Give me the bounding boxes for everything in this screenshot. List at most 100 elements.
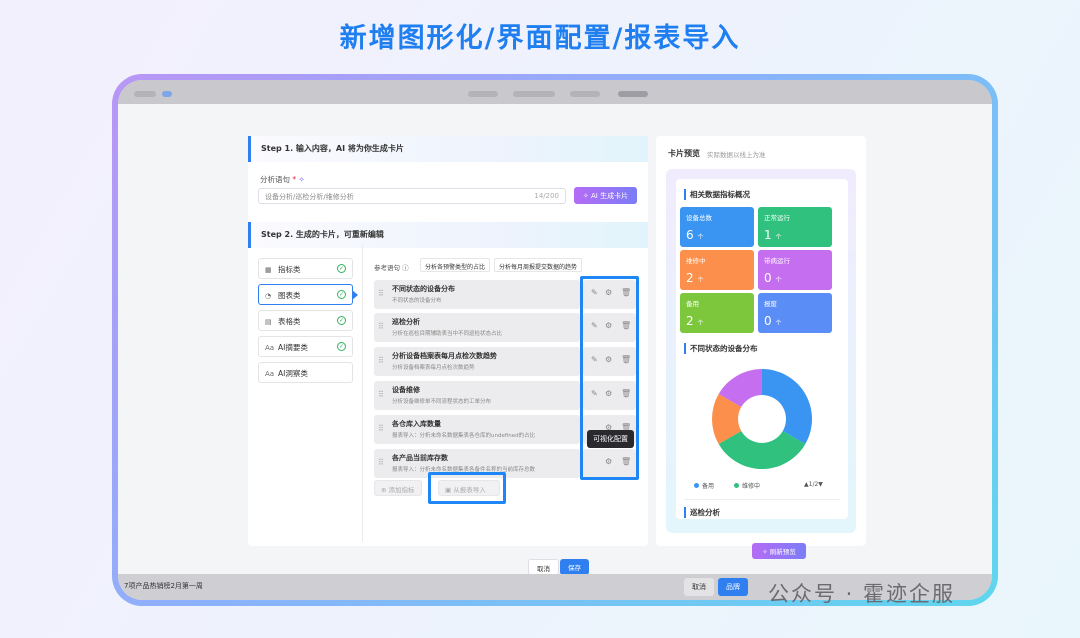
pie-slice-维修中[interactable] [718, 431, 806, 469]
next-section-title: 巡检分析 [684, 507, 720, 518]
legend-label: 维修中 [742, 483, 761, 490]
kpi-label: 维修中 [686, 257, 706, 265]
drag-handle-icon[interactable]: ⠿ [378, 289, 384, 298]
type-label: 指标类 [278, 265, 301, 274]
card-title: 不同状态的设备分布 [392, 285, 455, 293]
nav-tab[interactable] [468, 91, 498, 97]
type-label: 图表类 [278, 291, 301, 300]
kpi-value: 0 [764, 314, 772, 328]
kpi-label: 设备总数 [686, 214, 712, 222]
drag-handle-icon[interactable]: ⠿ [378, 390, 384, 399]
nav-tab-active[interactable] [618, 91, 648, 97]
preview-title: 卡片预览 [668, 149, 700, 158]
watermark: 公众号 · 霍迹企服 [768, 582, 956, 606]
card-title: 巡检分析 [392, 318, 420, 326]
save-button[interactable]: 保存 [560, 559, 589, 575]
card-item[interactable]: ⠿ 各仓库入库数量 报表导入：分析未命名数据集表各仓库的undefined的占比 [374, 415, 580, 444]
pager-text: 1/2 [808, 481, 819, 488]
kpi-value: 2 [686, 271, 694, 285]
add-metric-button[interactable]: ⊕ 添加指标 [374, 480, 422, 496]
kpi-unit: 个 [775, 320, 782, 327]
page-headline: 新增图形化/界面配置/报表导入 [339, 23, 741, 54]
kpi-tile: 备用 2 个 [680, 293, 754, 333]
kpi-value: 0 [764, 271, 772, 285]
preview-panel: 卡片预览 实际数据以线上为准 相关数据指标概况 设备总数 6 个 正常运行 1 … [656, 136, 866, 559]
help-icon[interactable]: ⓘ [402, 264, 409, 272]
card-item[interactable]: ⠿ 巡检分析 分析在巡检目期辅助表当中不同巡检状态占比 [374, 313, 580, 342]
check-icon: ✓ [337, 290, 346, 299]
kpi-unit: 个 [775, 277, 782, 284]
kpi-value: 2 [686, 314, 694, 328]
nav-tab[interactable] [570, 91, 600, 97]
legend-pager[interactable]: ▲1/2▼ [804, 481, 823, 488]
card-subtitle: 报表导入：分析未命名数据集表各仓库的undefined的占比 [392, 433, 536, 439]
divider [362, 244, 363, 542]
kpi-tile: 带病运行 0 个 [758, 250, 832, 290]
type-item-metric[interactable]: ▦ 指标类 ✓ [258, 258, 353, 279]
legend-item[interactable]: 备用 [694, 481, 714, 490]
step1-header: Step 1. 输入内容，AI 将为你生成卡片 [248, 136, 648, 162]
add-metric-label: 添加指标 [388, 486, 415, 494]
kpi-value: 6 [686, 228, 694, 242]
donut-chart [712, 369, 812, 469]
type-label: AI洞察类 [278, 369, 308, 378]
kpi-label: 备用 [686, 300, 699, 308]
legend-dot [694, 483, 699, 488]
kpi-tile: 正常运行 1 个 [758, 207, 832, 247]
ai-generate-label: AI 生成卡片 [591, 192, 629, 200]
app-icon [162, 91, 172, 97]
card-subtitle: 不同状态的设备分布 [392, 298, 442, 304]
cancel-button[interactable]: 取消 [528, 559, 559, 575]
divider [684, 499, 840, 500]
card-item[interactable]: ⠿ 分析设备档案表每月点检次数趋势 分析设备档案表每月点检次数趋势 [374, 347, 580, 376]
drag-handle-icon[interactable]: ⠿ [378, 424, 384, 433]
type-item-ai-insight[interactable]: Aa AI洞察类 [258, 362, 353, 383]
char-count: 14/200 [534, 192, 559, 200]
edit-panel: Step 1. 输入内容，AI 将为你生成卡片 分析语句 * ✧ 设备分析/巡检… [248, 136, 648, 546]
kpi-tile: 维修中 2 个 [680, 250, 754, 290]
pie-slice-备用[interactable] [762, 369, 812, 444]
bg-cancel-button[interactable]: 取消 [684, 578, 714, 596]
reference-label-text: 参考语句 [374, 264, 400, 272]
kpi-label: 报废 [764, 300, 777, 308]
kpi-unit: 个 [697, 320, 704, 327]
step2-header: Step 2. 生成的卡片，可重新编辑 [248, 222, 648, 248]
reference-chip[interactable]: 分析各预警类型的占比 [420, 258, 491, 272]
type-item-table[interactable]: ▤ 表格类 ✓ [258, 310, 353, 331]
reference-chip[interactable]: 分析每月周报提交数据的趋势 [494, 258, 583, 272]
magic-wand-icon: ✧ [298, 175, 305, 184]
nav-tab[interactable] [513, 91, 555, 97]
kpi-label: 带病运行 [764, 257, 790, 265]
card-config-modal: Step 1. 输入内容，AI 将为你生成卡片 分析语句 * ✧ 设备分析/巡检… [118, 104, 992, 576]
card-item[interactable]: ⠿ 设备维修 分析设备维修单不同流程状态的工单分布 [374, 381, 580, 410]
bg-confirm-button[interactable]: 品牌 [718, 578, 748, 596]
analysis-input[interactable]: 设备分析/巡检分析/维修分析 14/200 [258, 188, 566, 204]
refresh-preview-button[interactable]: ✧ 刷新预览 [752, 543, 806, 559]
pie-icon: ◔ [265, 292, 272, 300]
card-type-list: ▦ 指标类 ✓ ◔ 图表类 ✓ ▤ 表格类 ✓ Aa AI摘要类 ✓ Aa AI… [258, 258, 358, 388]
check-icon: ✓ [337, 316, 346, 325]
plus-icon: ⊕ [381, 486, 389, 494]
actions-highlight [580, 276, 639, 480]
type-item-chart[interactable]: ◔ 图表类 ✓ [258, 284, 358, 305]
ai-generate-button[interactable]: ✧ AI 生成卡片 [574, 187, 637, 204]
legend-label: 备用 [702, 483, 715, 490]
drag-handle-icon[interactable]: ⠿ [378, 322, 384, 331]
card-item[interactable]: ⠿ 不同状态的设备分布 不同状态的设备分布 [374, 280, 580, 309]
top-nav-bar [118, 80, 992, 106]
pager-next-icon[interactable]: ▼ [818, 481, 823, 488]
type-label: 表格类 [278, 317, 301, 326]
bottom-bar-text: 7项产品热销榜2月第一周 [124, 582, 203, 590]
type-label: AI摘要类 [278, 343, 308, 352]
reference-label: 参考语句 ⓘ [374, 262, 409, 272]
kpi-unit: 个 [775, 234, 782, 241]
card-title: 分析设备档案表每月点检次数趋势 [392, 352, 497, 360]
drag-handle-icon[interactable]: ⠿ [378, 458, 384, 467]
legend-item[interactable]: 维修中 [734, 481, 760, 490]
type-item-ai-summary[interactable]: Aa AI摘要类 ✓ [258, 336, 353, 357]
kpi-tile: 报废 0 个 [758, 293, 832, 333]
app-screen: Step 1. 输入内容，AI 将为你生成卡片 分析语句 * ✧ 设备分析/巡检… [118, 80, 992, 600]
drag-handle-icon[interactable]: ⠿ [378, 356, 384, 365]
refresh-label: 刷新预览 [769, 548, 796, 556]
preview-subtitle: 实际数据以线上为准 [707, 151, 766, 159]
